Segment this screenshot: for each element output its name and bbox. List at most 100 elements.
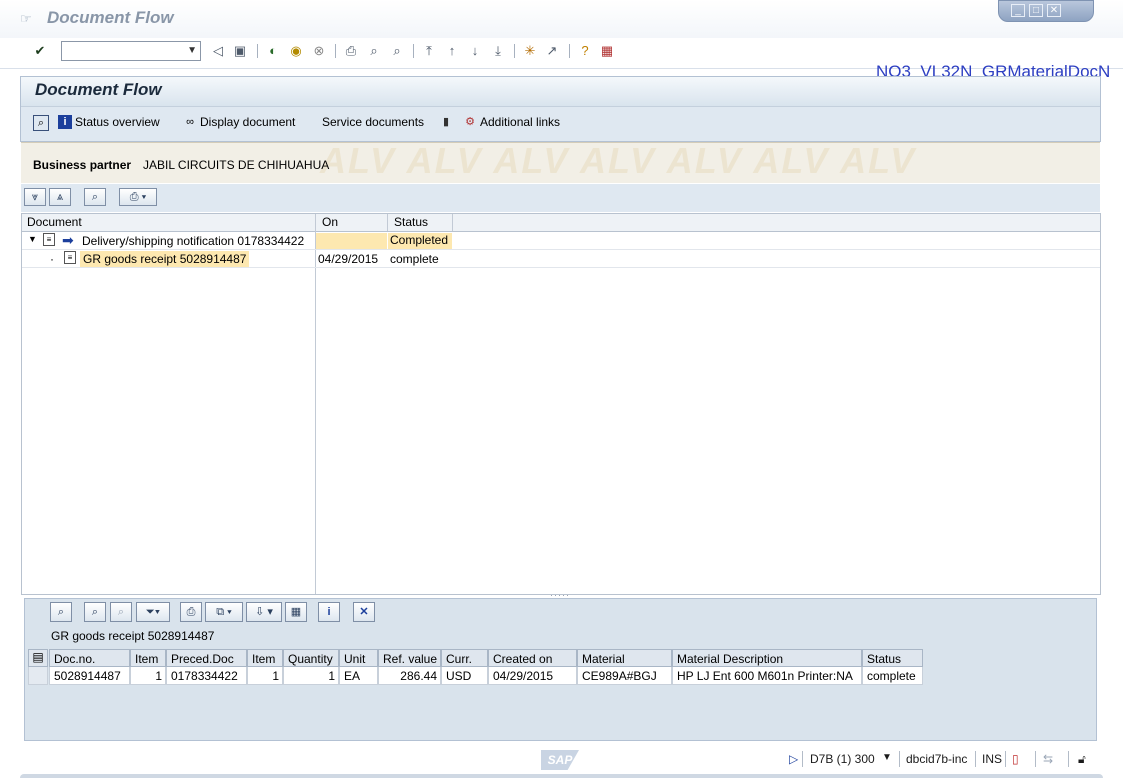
pdf-icon[interactable]: ▯ [1012,752,1019,766]
find-next-icon[interactable]: ⌕ [110,602,132,622]
column-divider [452,214,453,231]
info-icon[interactable]: i [318,602,340,622]
command-field[interactable]: ▼ [61,41,201,61]
collapse-all-icon[interactable]: ⩓ [49,188,71,206]
column-header-item2[interactable]: Item [247,649,283,667]
toolbar-separator [569,44,570,58]
window-bottom-edge [20,774,1103,778]
additional-links-button[interactable]: ⚙ Additional links [463,115,560,129]
next-page-icon[interactable]: ↓ [467,43,483,59]
print-icon[interactable]: ⎙ [343,43,359,59]
window-menu-icon[interactable]: ☞ [20,12,36,26]
last-page-icon[interactable]: ⤓ [490,43,506,59]
first-page-icon[interactable]: ⤒ [421,43,437,59]
alv-watermark: ALV ALV ALV ALV ALV ALV ALV [320,140,917,181]
help-icon[interactable]: ? [577,43,593,59]
tree-row-document[interactable]: GR goods receipt 5028914487 [80,251,250,267]
additional-links-label: Additional links [480,115,561,129]
column-header-status[interactable]: Status [862,649,923,667]
collapse-node-icon[interactable]: ▼ [28,234,37,244]
panel-header [21,77,1100,107]
find-next-icon[interactable]: ⌕ [389,43,405,59]
back-icon[interactable]: ◁ [210,43,226,59]
column-header-preced-doc[interactable]: Preced.Doc [166,649,247,667]
service-documents-label: Service documents [322,115,425,129]
layout-grid-icon[interactable]: ▦ [285,602,307,622]
print-menu-icon[interactable]: ⎙ ▾ [119,188,157,206]
views-icon[interactable]: ⧉ ▾ [205,602,243,622]
back-green-icon[interactable]: ◐ [265,43,281,59]
cell-doc-no[interactable]: 5028914487 [49,667,130,685]
filter-icon[interactable]: ⏷▾ [136,602,170,622]
status-overview-button[interactable]: i Status overview [58,115,160,129]
column-header-material[interactable]: Material [577,649,672,667]
page-title: Document Flow [35,80,162,99]
close-icon[interactable]: ✕ [353,602,375,622]
save-icon[interactable]: ▣ [232,43,248,59]
info-icon: i [58,115,72,129]
print-icon[interactable]: ⎙ [180,602,202,622]
chevron-down-icon[interactable]: ▼ [882,752,892,763]
select-all-icon[interactable]: ▤ [28,649,48,667]
triangle-right-icon[interactable]: ▷ [789,752,798,766]
minimize-icon[interactable]: _ [1011,4,1025,17]
row-selector[interactable] [28,667,48,685]
display-overview-button[interactable]: ⌕ [33,115,49,131]
server-name: dbcid7b-inc [906,752,968,766]
expand-all-icon[interactable]: ⩔ [24,188,46,206]
tree-row-on [316,233,387,249]
column-header-curr[interactable]: Curr. [441,649,488,667]
toolbar-separator [335,44,336,58]
details-icon[interactable]: ⌕ [50,602,72,622]
tree-row-document[interactable]: Delivery/shipping notification 017833442… [82,234,304,248]
column-header-unit[interactable]: Unit [339,649,378,667]
status-separator [1068,751,1069,767]
column-header-doc-no[interactable]: Doc.no. [49,649,130,667]
glasses-icon: ∞ [186,116,194,128]
column-header-ref-value[interactable]: Ref. value [378,649,441,667]
export-icon[interactable]: ⇩ ▾ [246,602,282,622]
find-icon[interactable]: ⌕ [84,188,106,206]
close-icon[interactable]: ✕ [1047,4,1061,17]
cell-created-on: 04/29/2015 [488,667,577,685]
column-header-created-on[interactable]: Created on [488,649,577,667]
window-title: Document Flow [47,8,174,27]
status-separator [899,751,900,767]
system-info: D7B (1) 300 [810,752,875,766]
status-overview-label: Status overview [75,115,160,129]
display-document-label: Display document [200,115,296,129]
tree-row-status: Completed [388,233,452,249]
tree-header [22,214,1100,232]
find-icon[interactable]: ⌕ [366,43,382,59]
previous-page-icon[interactable]: ↑ [444,43,460,59]
grid-title: GR goods receipt 5028914487 [51,629,215,643]
insert-mode[interactable]: INS [982,752,1002,766]
lock-icon[interactable]: 🔓︎ [1078,752,1086,767]
column-divider [315,214,316,594]
chart-button[interactable]: ▮ [439,115,453,129]
transfer-icon[interactable]: ⇆ [1043,752,1053,766]
column-header-item[interactable]: Item [130,649,166,667]
column-header-quantity[interactable]: Quantity [283,649,339,667]
cell-quantity: 1 [283,667,339,685]
column-header-document[interactable]: Document [27,215,82,229]
exit-icon[interactable]: ◉ [288,43,304,59]
column-header-status[interactable]: Status [394,215,428,229]
layout-icon[interactable]: ▦ [599,43,615,59]
business-partner-label: Business partner [33,158,132,172]
display-document-button[interactable]: ∞ Display document [183,115,295,129]
service-documents-button[interactable]: Service documents [322,115,424,129]
tree-row-on: 04/29/2015 [318,252,379,266]
find-icon[interactable]: ⌕ [84,602,106,622]
column-header-on[interactable]: On [322,215,338,229]
chevron-down-icon[interactable]: ▼ [187,45,197,56]
cancel-icon[interactable]: ⊗ [311,43,327,59]
maximize-icon[interactable]: □ [1029,4,1043,17]
bar-chart-icon: ▮ [442,116,450,128]
column-header-material-description[interactable]: Material Description [672,649,862,667]
create-session-icon[interactable]: ✳ [522,43,538,59]
toolbar-separator [514,44,515,58]
status-separator [1035,751,1036,767]
shortcut-icon[interactable]: ↗ [544,43,560,59]
enter-icon[interactable]: ✔ [32,43,48,59]
